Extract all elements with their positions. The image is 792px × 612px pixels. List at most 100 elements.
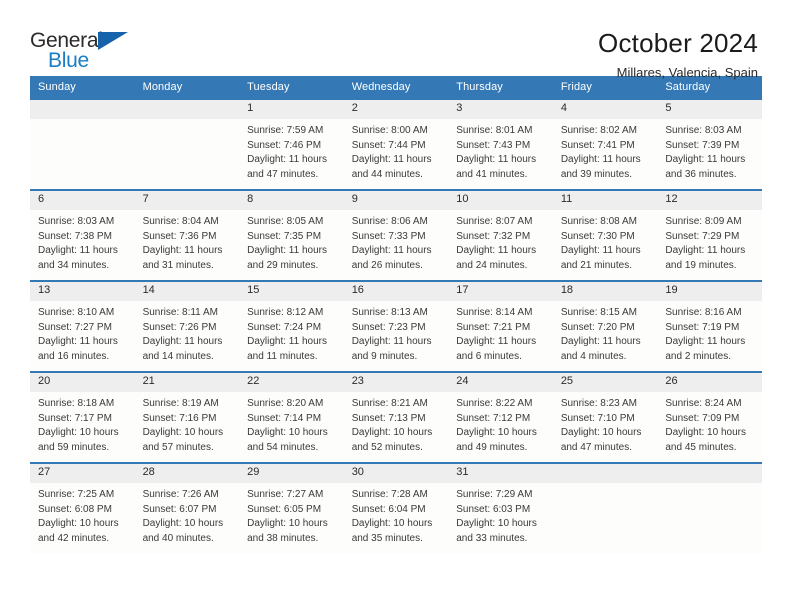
day-number — [552, 464, 658, 483]
sunset-text: Sunset: 7:36 PM — [142, 230, 217, 242]
day-number: 2 — [343, 100, 449, 119]
sunset-text: Sunset: 7:30 PM — [560, 230, 635, 242]
calendar-day-cell[interactable]: 8 Sunrise: 8:05 AM Sunset: 7:35 PM Daylight… — [239, 189, 344, 281]
daylight-text-cont: and 40 minutes. — [142, 532, 214, 544]
daylight-text-cont: and 38 minutes. — [247, 532, 319, 544]
daylight-text: Daylight: 11 hours — [351, 154, 432, 165]
calendar-day-cell[interactable]: 10 Sunrise: 8:07 AM Sunset: 7:32 PM Dayligh… — [448, 189, 553, 281]
daylight-text: Daylight: 10 hours — [247, 518, 328, 529]
calendar-day-cell[interactable]: 25 Sunrise: 8:23 AM Sunset: 7:10 PM Dayligh… — [552, 371, 658, 463]
calendar-day-cell[interactable]: 28 Sunrise: 7:26 AM Sunset: 6:07 PM Dayligh… — [134, 462, 240, 554]
calendar-day-cell[interactable]: 3 Sunrise: 8:01 AM Sunset: 7:43 PM Daylight… — [448, 98, 553, 190]
calendar-day-cell[interactable]: 21 Sunrise: 8:19 AM Sunset: 7:16 PM Dayligh… — [134, 371, 240, 463]
daylight-text: Daylight: 11 hours — [560, 245, 641, 256]
daylight-text-cont: and 14 minutes. — [142, 350, 214, 362]
day-number: 18 — [552, 282, 658, 301]
calendar-day-cell[interactable]: 17 Sunrise: 8:14 AM Sunset: 7:21 PM Dayligh… — [448, 280, 553, 372]
calendar-day-cell[interactable]: 27 Sunrise: 7:25 AM Sunset: 6:08 PM Dayligh… — [30, 462, 135, 554]
day-details: Sunrise: 7:27 AM Sunset: 6:05 PM Daylight:… — [239, 483, 344, 546]
day-details: Sunrise: 8:15 AM Sunset: 7:20 PM Daylight:… — [553, 301, 658, 364]
calendar-day-cell[interactable]: 5 Sunrise: 8:03 AM Sunset: 7:39 PM Daylight… — [657, 98, 762, 190]
sunset-text: Sunset: 7:32 PM — [456, 230, 531, 242]
daylight-text: Daylight: 10 hours — [142, 518, 224, 529]
calendar-day-cell[interactable]: 7 Sunrise: 8:04 AM Sunset: 7:36 PM Daylight… — [134, 189, 240, 281]
generalblue-logo[interactable]: General Blue — [30, 28, 142, 76]
calendar-day-cell[interactable]: 12 Sunrise: 8:09 AM Sunset: 7:29 PM Dayligh… — [657, 189, 762, 281]
daylight-text: Daylight: 11 hours — [456, 245, 537, 256]
daylight-text-cont: and 19 minutes. — [665, 259, 737, 271]
calendar-day-cell[interactable]: 4 Sunrise: 8:02 AM Sunset: 7:41 PM Daylight… — [552, 98, 658, 190]
sunset-text: Sunset: 6:03 PM — [456, 503, 531, 515]
daylight-text: Daylight: 11 hours — [351, 336, 432, 347]
calendar-day-cell[interactable]: 2 Sunrise: 8:00 AM Sunset: 7:44 PM Daylight… — [343, 98, 449, 190]
calendar-day-cell[interactable]: 13 Sunrise: 8:10 AM Sunset: 7:27 PM Dayligh… — [30, 280, 135, 372]
daylight-text-cont: and 42 minutes. — [38, 532, 110, 544]
calendar-day-cell[interactable]: 1 Sunrise: 7:59 AM Sunset: 7:46 PM Daylight… — [239, 98, 344, 190]
daylight-text: Daylight: 11 hours — [560, 154, 641, 165]
sunrise-text: Sunrise: 8:00 AM — [351, 125, 428, 136]
sunset-text: Sunset: 7:29 PM — [665, 230, 740, 242]
sunset-text: Sunset: 7:35 PM — [247, 230, 322, 242]
calendar-day-cell[interactable]: 22 Sunrise: 8:20 AM Sunset: 7:14 PM Dayligh… — [239, 371, 344, 463]
day-details: Sunrise: 8:14 AM Sunset: 7:21 PM Daylight:… — [448, 301, 553, 364]
calendar-day-cell[interactable]: 30 Sunrise: 7:28 AM Sunset: 6:04 PM Dayligh… — [343, 462, 449, 554]
calendar-day-cell[interactable]: 6 Sunrise: 8:03 AM Sunset: 7:38 PM Daylight… — [30, 189, 135, 281]
day-number: 27 — [30, 464, 135, 483]
day-number: 23 — [343, 373, 449, 392]
day-details: Sunrise: 8:02 AM Sunset: 7:41 PM Daylight:… — [553, 119, 658, 182]
sunrise-text: Sunrise: 8:04 AM — [142, 216, 219, 227]
sunset-text: Sunset: 7:20 PM — [560, 321, 635, 333]
calendar-day-cell[interactable]: 15 Sunrise: 8:12 AM Sunset: 7:24 PM Dayligh… — [239, 280, 344, 372]
calendar-day-cell[interactable]: 20 Sunrise: 8:18 AM Sunset: 7:17 PM Dayligh… — [30, 371, 135, 463]
calendar-day-cell[interactable]: 24 Sunrise: 8:22 AM Sunset: 7:12 PM Dayligh… — [448, 371, 553, 463]
calendar-week-row: 6 Sunrise: 8:03 AM Sunset: 7:38 PM Daylight… — [30, 189, 762, 281]
logo-text-blue: Blue — [48, 49, 89, 72]
day-details: Sunrise: 8:03 AM Sunset: 7:38 PM Daylight:… — [30, 210, 135, 273]
day-details: Sunrise: 7:28 AM Sunset: 6:04 PM Daylight:… — [344, 483, 449, 546]
calendar-day-cell[interactable]: 23 Sunrise: 8:21 AM Sunset: 7:13 PM Dayligh… — [343, 371, 449, 463]
sunrise-text: Sunrise: 8:24 AM — [665, 398, 742, 409]
day-number — [30, 100, 135, 119]
calendar-day-cell[interactable]: 18 Sunrise: 8:15 AM Sunset: 7:20 PM Dayligh… — [552, 280, 658, 372]
calendar-day-cell[interactable]: 14 Sunrise: 8:11 AM Sunset: 7:26 PM Dayligh… — [134, 280, 240, 372]
daylight-text: Daylight: 10 hours — [38, 518, 119, 529]
day-number: 25 — [552, 373, 658, 392]
calendar-grid: Sunday Monday Tuesday Wednesday Thursday… — [30, 76, 762, 554]
daylight-text: Daylight: 11 hours — [142, 336, 223, 347]
logo-text-general: General — [30, 29, 103, 52]
day-number: 16 — [343, 282, 449, 301]
calendar-day-cell[interactable]: 26 Sunrise: 8:24 AM Sunset: 7:09 PM Dayligh… — [657, 371, 762, 463]
daylight-text-cont: and 44 minutes. — [351, 168, 423, 180]
sunrise-text: Sunrise: 8:21 AM — [351, 398, 428, 409]
daylight-text-cont: and 59 minutes. — [38, 441, 110, 453]
daylight-text: Daylight: 11 hours — [247, 245, 327, 256]
day-number: 22 — [239, 373, 344, 392]
daylight-text: Daylight: 10 hours — [351, 427, 433, 438]
calendar-day-cell[interactable]: 11 Sunrise: 8:08 AM Sunset: 7:30 PM Dayligh… — [552, 189, 658, 281]
calendar-day-cell[interactable]: 19 Sunrise: 8:16 AM Sunset: 7:19 PM Dayligh… — [657, 280, 762, 372]
sunset-text: Sunset: 6:04 PM — [351, 503, 426, 515]
calendar-day-cell-empty — [134, 98, 240, 190]
sunset-text: Sunset: 7:39 PM — [665, 139, 740, 151]
day-number: 19 — [657, 282, 762, 301]
page-header: General Blue October 2024 Millares, Vale… — [0, 0, 792, 80]
daylight-text: Daylight: 10 hours — [38, 427, 119, 438]
sunset-text: Sunset: 7:23 PM — [351, 321, 426, 333]
sunrise-text: Sunrise: 8:10 AM — [38, 307, 115, 318]
calendar-week-row: 27 Sunrise: 7:25 AM Sunset: 6:08 PM Dayligh… — [30, 462, 762, 554]
sunset-text: Sunset: 7:38 PM — [38, 230, 112, 242]
calendar-day-cell[interactable]: 16 Sunrise: 8:13 AM Sunset: 7:23 PM Dayligh… — [343, 280, 449, 372]
sunrise-text: Sunrise: 7:29 AM — [456, 489, 533, 500]
day-number — [134, 100, 240, 119]
day-details: Sunrise: 8:10 AM Sunset: 7:27 PM Daylight:… — [30, 301, 135, 364]
sunset-text: Sunset: 7:16 PM — [142, 412, 217, 424]
calendar-day-cell[interactable]: 9 Sunrise: 8:06 AM Sunset: 7:33 PM Daylight… — [343, 189, 449, 281]
daylight-text: Daylight: 11 hours — [38, 245, 118, 256]
calendar-day-cell[interactable]: 31 Sunrise: 7:29 AM Sunset: 6:03 PM Dayligh… — [448, 462, 553, 554]
calendar-day-cell[interactable]: 29 Sunrise: 7:27 AM Sunset: 6:05 PM Dayligh… — [239, 462, 344, 554]
sunrise-text: Sunrise: 8:19 AM — [142, 398, 219, 409]
sunset-text: Sunset: 6:08 PM — [38, 503, 112, 515]
daylight-text: Daylight: 11 hours — [351, 245, 432, 256]
sunset-text: Sunset: 6:05 PM — [247, 503, 322, 515]
day-number: 9 — [343, 191, 449, 210]
